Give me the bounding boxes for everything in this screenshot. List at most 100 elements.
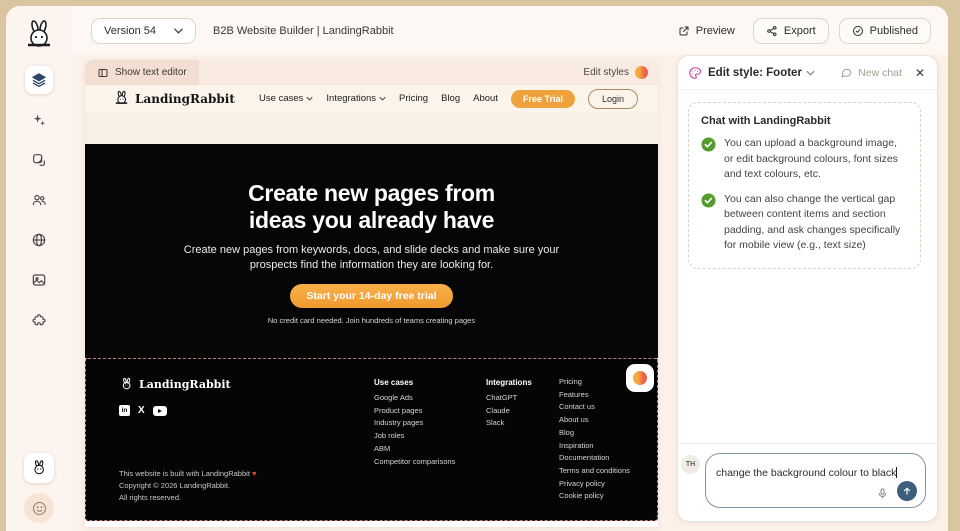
- feedback-button[interactable]: [24, 493, 54, 523]
- footer-link[interactable]: Cookie policy: [559, 490, 630, 503]
- x-twitter-icon[interactable]: X: [138, 405, 145, 416]
- sidebar-item-globe[interactable]: [25, 226, 53, 254]
- app-window: Version 54 B2B Website Builder | Landing…: [6, 6, 948, 531]
- close-icon[interactable]: ✕: [915, 66, 925, 80]
- chat-bubble-icon: [840, 66, 853, 79]
- new-chat-button[interactable]: New chat: [840, 66, 902, 79]
- footer-link[interactable]: Blog: [559, 427, 630, 440]
- sidebar-item-layers[interactable]: [25, 66, 53, 94]
- chat-intro-card: Chat with LandingRabbit You can upload a…: [688, 102, 921, 269]
- footer-link[interactable]: Inspiration: [559, 440, 630, 453]
- nav-item-integrations[interactable]: Integrations: [326, 93, 386, 104]
- nav-item-blog[interactable]: Blog: [441, 93, 460, 104]
- image-icon: [31, 272, 47, 288]
- sidebar-item-integrations[interactable]: [25, 306, 53, 334]
- pages-icon: [31, 152, 47, 168]
- site-brand[interactable]: LandingRabbit: [113, 90, 235, 107]
- footer-link[interactable]: Claude: [486, 405, 532, 418]
- canvas-toolbar: Show text editor Edit styles: [85, 60, 658, 85]
- preview-button[interactable]: Preview: [670, 19, 743, 43]
- footer-link[interactable]: Pricing: [559, 376, 630, 389]
- footer-socials: in X: [119, 405, 167, 416]
- sparkles-icon: [31, 112, 47, 128]
- free-trial-button[interactable]: Free Trial: [510, 89, 575, 108]
- users-icon: [31, 192, 47, 208]
- published-button[interactable]: Published: [838, 17, 931, 44]
- site-navbar: LandingRabbit Use cases Integrations Pri…: [85, 85, 658, 112]
- nav-item-use-cases[interactable]: Use cases: [259, 93, 314, 104]
- footer-legal: This website is built with LandingRabbit…: [119, 468, 256, 503]
- footer-link[interactable]: Google Ads: [374, 392, 455, 405]
- rabbit-icon: [30, 459, 48, 477]
- heart-icon: ♥: [252, 469, 257, 478]
- footer-link[interactable]: Contact us: [559, 401, 630, 414]
- panel-title[interactable]: Edit style: Footer: [708, 67, 802, 79]
- site-brand-name: LandingRabbit: [135, 91, 235, 106]
- show-text-editor-button[interactable]: Show text editor: [85, 60, 199, 85]
- assistant-rabbit-button[interactable]: [24, 453, 54, 483]
- hero-heading: Create new pages from ideas you already …: [248, 180, 495, 233]
- footer-copyright: Copyright © 2026 LandingRabbit.: [119, 480, 231, 490]
- youtube-icon[interactable]: [152, 405, 167, 416]
- footer-link[interactable]: Product pages: [374, 405, 455, 418]
- footer-built-with: This website is built with LandingRabbit: [119, 469, 250, 478]
- hero-section: Create new pages from ideas you already …: [85, 144, 658, 358]
- chevron-down-icon[interactable]: [806, 70, 815, 76]
- chat-message-input[interactable]: change the background colour to black: [705, 453, 926, 508]
- nav-label: Pricing: [399, 93, 429, 104]
- sidebar-item-ai[interactable]: [25, 106, 53, 134]
- footer-rights: All rights reserved.: [119, 492, 182, 502]
- user-avatar: TH: [681, 455, 700, 474]
- smiley-icon: [31, 500, 48, 517]
- sidebar-item-pages[interactable]: [25, 146, 53, 174]
- microphone-icon[interactable]: [876, 487, 889, 500]
- nav-item-about[interactable]: About: [473, 93, 498, 104]
- sidebar-item-images[interactable]: [25, 266, 53, 294]
- site-rabbit-logo-icon: [113, 90, 130, 107]
- footer-link[interactable]: Features: [559, 389, 630, 402]
- external-link-icon: [678, 25, 690, 37]
- nav-label: Integrations: [326, 93, 377, 104]
- footer-link[interactable]: Industry pages: [374, 417, 455, 430]
- footer-link[interactable]: Job roles: [374, 430, 455, 443]
- footer-link[interactable]: ABM: [374, 443, 455, 456]
- footer-rabbit-logo-icon: [119, 377, 134, 392]
- check-circle-icon: [852, 25, 864, 37]
- linkedin-icon[interactable]: in: [119, 405, 130, 416]
- footer-column-title: Use cases: [374, 378, 414, 387]
- footer-link[interactable]: Terms and conditions: [559, 465, 630, 478]
- nav-label: About: [473, 93, 498, 104]
- hero-caption: No credit card needed. Join hundreds of …: [267, 316, 476, 325]
- new-chat-label: New chat: [858, 66, 902, 79]
- version-select[interactable]: Version 54: [91, 17, 196, 44]
- nav-label: Blog: [441, 93, 461, 104]
- edit-styles-button[interactable]: Edit styles: [583, 66, 648, 79]
- sidebar-item-users[interactable]: [25, 186, 53, 214]
- style-swatch-icon: [633, 371, 647, 385]
- footer-link[interactable]: Competitor comparisons: [374, 456, 455, 469]
- check-circle-icon: [701, 137, 716, 152]
- panel-header: Edit style: Footer New chat ✕: [678, 56, 937, 90]
- footer-section-selected[interactable]: LandingRabbit in X Use cases Google Ads P…: [85, 358, 658, 521]
- puzzle-icon: [31, 312, 47, 328]
- edit-style-panel: Edit style: Footer New chat ✕ Chat with …: [677, 55, 938, 522]
- chat-input-value: change the background colour to black: [716, 467, 897, 479]
- start-free-trial-button[interactable]: Start your 14-day free trial: [290, 284, 453, 308]
- footer-column-title: Integrations: [486, 378, 532, 387]
- footer-link[interactable]: Privacy policy: [559, 478, 630, 491]
- footer-link[interactable]: About us: [559, 414, 630, 427]
- nav-item-pricing[interactable]: Pricing: [399, 93, 428, 104]
- published-label: Published: [869, 24, 918, 37]
- chat-intro-bullet: You can upload a background image, or ed…: [701, 136, 908, 183]
- footer-link[interactable]: Slack: [486, 417, 532, 430]
- export-button[interactable]: Export: [752, 17, 829, 44]
- login-button[interactable]: Login: [587, 88, 638, 109]
- chevron-down-icon: [379, 96, 386, 101]
- document-title: B2B Website Builder | LandingRabbit: [212, 24, 394, 37]
- footer-link[interactable]: Documentation: [559, 452, 630, 465]
- chevron-down-icon: [174, 27, 183, 34]
- footer-link[interactable]: ChatGPT: [486, 392, 532, 405]
- send-button[interactable]: [897, 481, 917, 501]
- layers-icon: [31, 72, 47, 88]
- footer-edit-style-button[interactable]: [626, 364, 654, 392]
